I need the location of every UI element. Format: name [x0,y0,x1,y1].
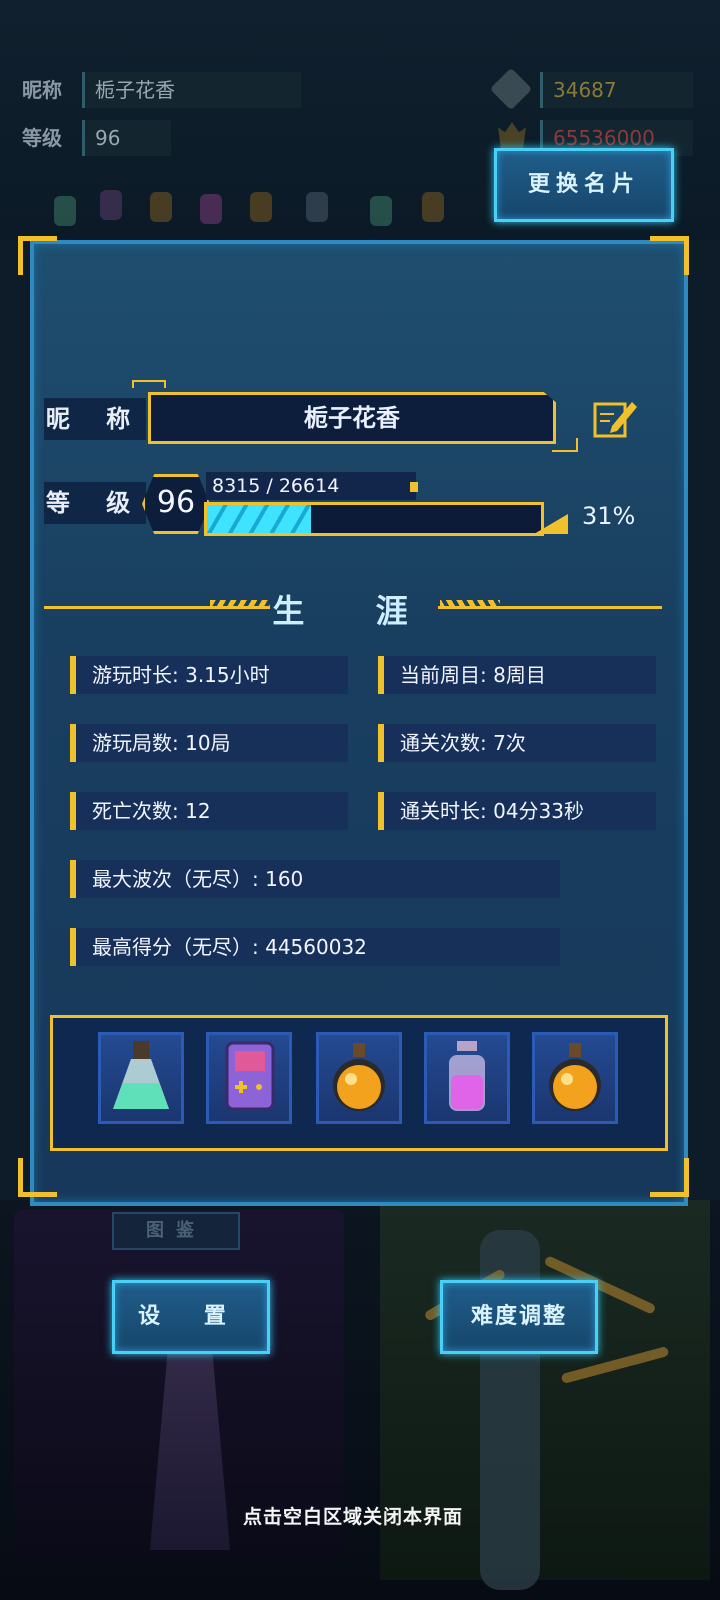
level-badge: 96 [142,474,210,534]
gallery-button[interactable]: 图鉴 [112,1212,240,1250]
difficulty-button[interactable]: 难度调整 [440,1280,598,1354]
xp-progress-bar [204,502,544,536]
stat-games-played: 游玩局数: 10局 [70,724,348,762]
shelf-item-icon [370,196,392,226]
settings-button[interactable]: 设 置 [112,1280,270,1354]
item-slot[interactable] [532,1032,618,1124]
bg-level-field: 96 [82,120,171,156]
orange-potion-icon [319,1043,399,1125]
shelf-item-icon [306,192,328,222]
nickname-corner-deco [132,380,166,388]
edit-icon[interactable] [592,396,640,440]
change-card-button[interactable]: 更换名片 [494,148,674,222]
close-hint: 点击空白区域关闭本界面 [242,1506,463,1528]
bg-nickname-label: 昵称 [22,78,62,102]
xp-progress-fill [207,505,311,533]
stat-high-score: 最高得分（无尽）: 44560032 [70,928,560,966]
shelf-item-icon [150,192,172,222]
shelf-item-icon [200,194,222,224]
bg-nickname-field: 栀子花香 [82,72,301,108]
career-divider-deco [440,600,500,608]
career-title: 生 涯 [272,592,438,630]
bg-level-label: 等级 [22,126,62,150]
stat-clear-count: 通关次数: 7次 [378,724,656,762]
xp-label-deco [410,482,418,492]
nickname-field: 栀子花香 [148,392,556,444]
orange-potion-icon [535,1043,615,1125]
panel-corner-decoration [650,236,689,275]
item-slot[interactable] [316,1032,402,1124]
stat-death-count: 死亡次数: 12 [70,792,348,830]
nickname-label: 昵 称 [44,398,146,440]
bg-currency1: 34687 [540,72,693,108]
pink-bottle-icon [427,1041,507,1125]
item-slot[interactable] [424,1032,510,1124]
panel-corner-decoration [18,236,57,275]
stat-max-wave: 最大波次（无尽）: 160 [70,860,560,898]
panel-corner-decoration [650,1158,689,1197]
panel-corner-decoration [18,1158,57,1197]
item-slot[interactable] [98,1032,184,1124]
stat-play-time: 游玩时长: 3.15小时 [70,656,348,694]
purple-gameboy-icon [209,1041,289,1125]
green-flask-icon [101,1041,181,1125]
career-divider-deco [210,600,270,608]
xp-percent: 31% [582,502,636,530]
nickname-corner-deco [552,438,578,452]
xp-text: 8315 / 26614 [206,472,416,500]
level-label: 等 级 [44,482,146,524]
shelf-item-icon [422,192,444,222]
stat-clear-time: 通关时长: 04分33秒 [378,792,656,830]
item-slot[interactable] [206,1032,292,1124]
stat-current-cycle: 当前周目: 8周目 [378,656,656,694]
shelf-item-icon [54,196,76,226]
shelf-item-icon [250,192,272,222]
shelf-item-icon [100,190,122,220]
